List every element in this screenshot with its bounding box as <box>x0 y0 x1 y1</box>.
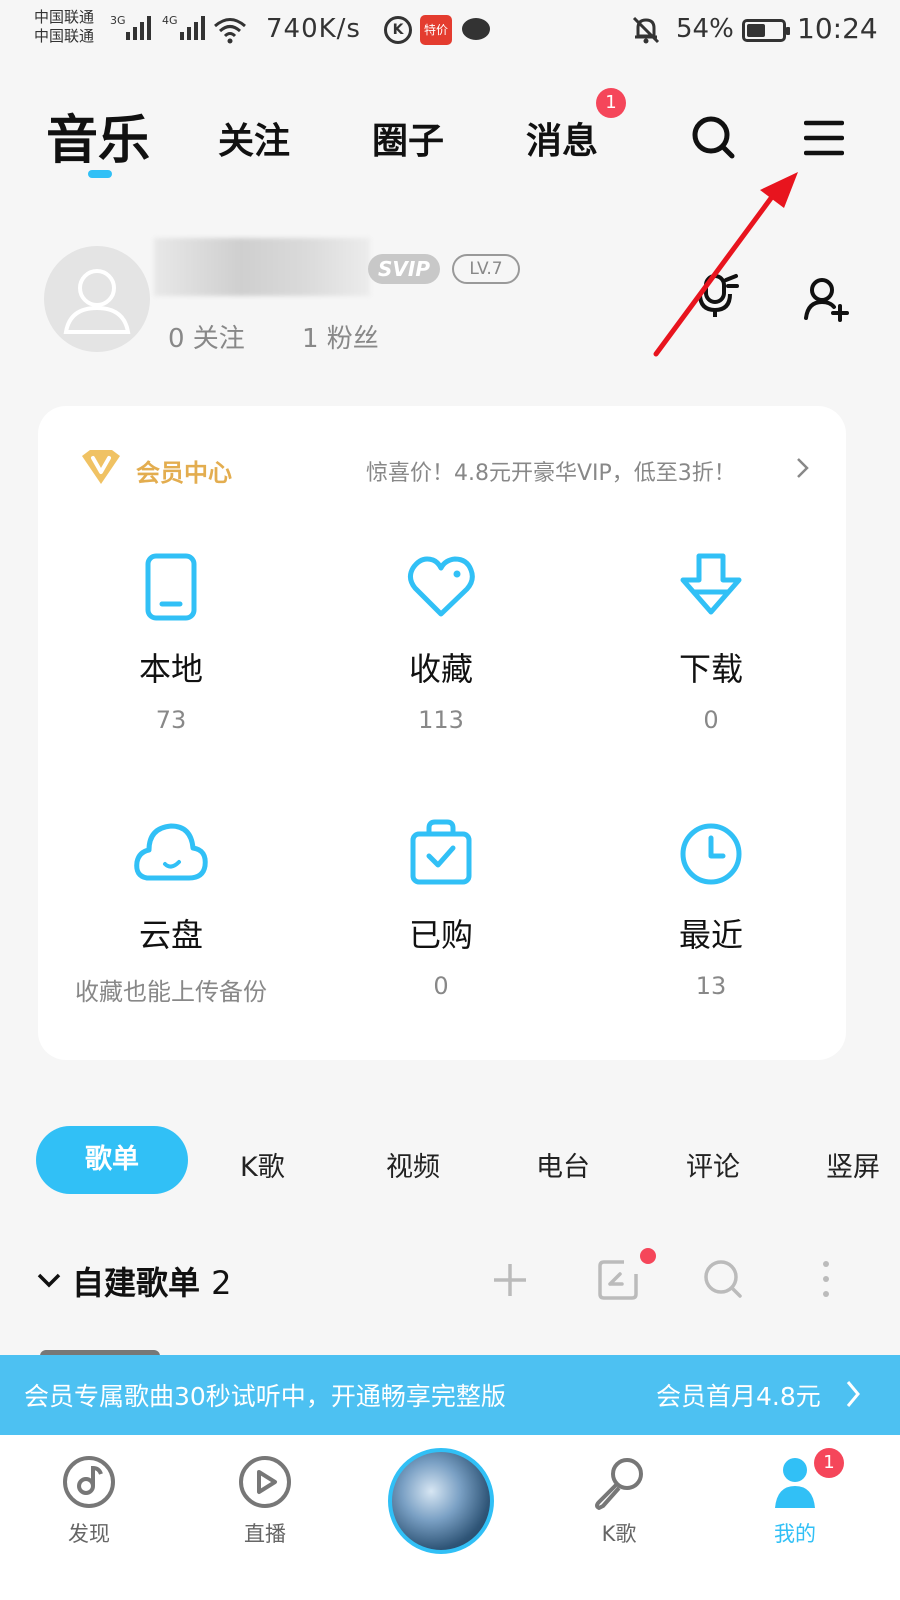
playlist-section-label: 自建歌单 <box>72 1264 201 1302</box>
following-count[interactable]: 0 关注 <box>168 318 245 355</box>
chevron-right-icon[interactable] <box>844 1379 862 1409</box>
add-friend-icon[interactable] <box>800 274 852 326</box>
grid-count-favorites: 113 <box>418 706 464 734</box>
import-playlist-icon[interactable] <box>596 1258 640 1302</box>
purchased-bag-icon <box>410 819 472 885</box>
playlist-search-icon[interactable] <box>702 1258 744 1300</box>
playlist-section-title[interactable]: 自建歌单 2 <box>72 1258 232 1304</box>
carrier-2: 中国联通 <box>34 27 95 45</box>
tab-playlists[interactable]: 歌单 <box>36 1126 188 1194</box>
menu-icon[interactable] <box>804 118 844 158</box>
chevron-down-icon[interactable] <box>36 1270 62 1290</box>
grid-count-purchased: 0 <box>433 972 449 1000</box>
mute-bell-icon <box>632 16 660 44</box>
tab-comments[interactable]: 评论 <box>686 1145 740 1184</box>
tab-follow[interactable]: 关注 <box>218 112 290 164</box>
grid-item-recent[interactable]: 最近 13 <box>576 818 846 1000</box>
messages-badge: 1 <box>596 88 626 118</box>
clock: 10:24 <box>797 12 878 45</box>
banner-text: 会员专属歌曲30秒试听中，开通畅享完整版 <box>24 1382 506 1411</box>
search-icon[interactable] <box>690 114 738 162</box>
svip-badge[interactable]: SVIP <box>368 254 440 284</box>
carrier-names: 中国联通 中国联通 <box>34 8 94 46</box>
grid-label-cloud: 云盘 <box>138 916 203 954</box>
tab-radio[interactable]: 电台 <box>536 1145 590 1184</box>
grid-item-cloud[interactable]: 云盘 收藏也能上传备份 <box>36 818 306 1007</box>
tab-circle[interactable]: 圈子 <box>372 112 444 164</box>
tejia-app-icon: 特价 <box>420 15 452 45</box>
signal-icon-2 <box>180 14 205 40</box>
clock-icon <box>680 823 742 885</box>
grid-label-download: 下载 <box>678 650 743 688</box>
chat-notification-icon <box>462 18 490 40</box>
microphone-icon <box>595 1458 643 1510</box>
k-app-icon: K <box>384 16 412 44</box>
signal-icon <box>126 14 151 40</box>
grid-sub-cloud: 收藏也能上传备份 <box>75 978 267 1006</box>
nav-live[interactable]: 直播 <box>210 1454 320 1548</box>
network-type-1: 3G <box>110 14 126 27</box>
cloud-icon <box>134 823 208 881</box>
battery-percent: 54% <box>676 14 734 44</box>
now-playing-disc[interactable] <box>388 1448 494 1554</box>
grid-item-download[interactable]: 下载 0 <box>576 552 846 734</box>
carrier-1: 中国联通 <box>34 8 95 26</box>
vip-promo-text[interactable]: 惊喜价！4.8元开豪华VIP，低至3折！ <box>366 455 736 487</box>
vip-center-title[interactable]: 会员中心 <box>136 453 232 488</box>
network-type-2: 4G <box>162 14 178 27</box>
grid-label-favorites: 收藏 <box>408 650 473 688</box>
nav-label-me: 我的 <box>774 1522 816 1546</box>
heart-icon <box>407 556 475 617</box>
phone-icon <box>145 553 197 621</box>
fans-count[interactable]: 1 粉丝 <box>302 318 379 355</box>
username-blurred[interactable] <box>154 238 370 296</box>
status-bar: 中国联通 中国联通 3G 4G 740K/s K 特价 54% 10:24 <box>0 0 900 62</box>
tab-karaoke[interactable]: K歌 <box>240 1145 285 1184</box>
grid-item-local[interactable]: 本地 73 <box>36 552 306 734</box>
download-icon <box>680 553 742 615</box>
me-badge: 1 <box>814 1448 844 1478</box>
new-dot <box>640 1248 656 1264</box>
more-options-icon[interactable] <box>818 1258 834 1300</box>
nav-label-discover: 发现 <box>68 1522 110 1546</box>
grid-label-recent: 最近 <box>678 916 743 954</box>
default-avatar-icon <box>63 269 131 334</box>
playlist-section-count: 2 <box>211 1264 232 1302</box>
vip-diamond-icon <box>82 450 120 484</box>
discover-music-icon <box>63 1456 115 1508</box>
grid-item-purchased[interactable]: 已购 0 <box>306 818 576 1000</box>
nav-label-live: 直播 <box>244 1522 286 1546</box>
battery-icon <box>742 19 790 42</box>
voice-identify-icon[interactable] <box>690 270 742 322</box>
level-badge[interactable]: LV.7 <box>452 254 520 284</box>
grid-count-local: 73 <box>155 706 187 734</box>
vip-trial-banner[interactable]: 会员专属歌曲30秒试听中，开通畅享完整版 会员首月4.8元 <box>0 1355 900 1435</box>
nav-discover[interactable]: 发现 <box>34 1454 144 1548</box>
grid-item-favorites[interactable]: 收藏 113 <box>306 552 576 734</box>
banner-cta[interactable]: 会员首月4.8元 <box>656 1377 821 1413</box>
tab-video[interactable]: 视频 <box>386 1145 440 1184</box>
grid-label-local: 本地 <box>138 650 203 688</box>
tab-vertical-video[interactable]: 竖屏 <box>826 1145 880 1184</box>
tab-messages[interactable]: 消息 <box>526 112 598 164</box>
nav-karaoke[interactable]: K歌 <box>564 1454 674 1548</box>
network-speed: 740K/s <box>266 14 361 44</box>
grid-label-purchased: 已购 <box>408 916 473 954</box>
live-play-icon <box>239 1456 291 1508</box>
active-tab-indicator <box>88 170 112 178</box>
tab-music[interactable]: 音乐 <box>46 98 150 173</box>
add-icon[interactable] <box>490 1260 530 1300</box>
grid-count-recent: 13 <box>695 972 727 1000</box>
nav-label-karaoke: K歌 <box>601 1522 637 1546</box>
grid-count-download: 0 <box>703 706 719 734</box>
wifi-icon <box>214 18 246 44</box>
chevron-right-icon[interactable] <box>794 456 812 480</box>
avatar[interactable] <box>44 246 150 352</box>
